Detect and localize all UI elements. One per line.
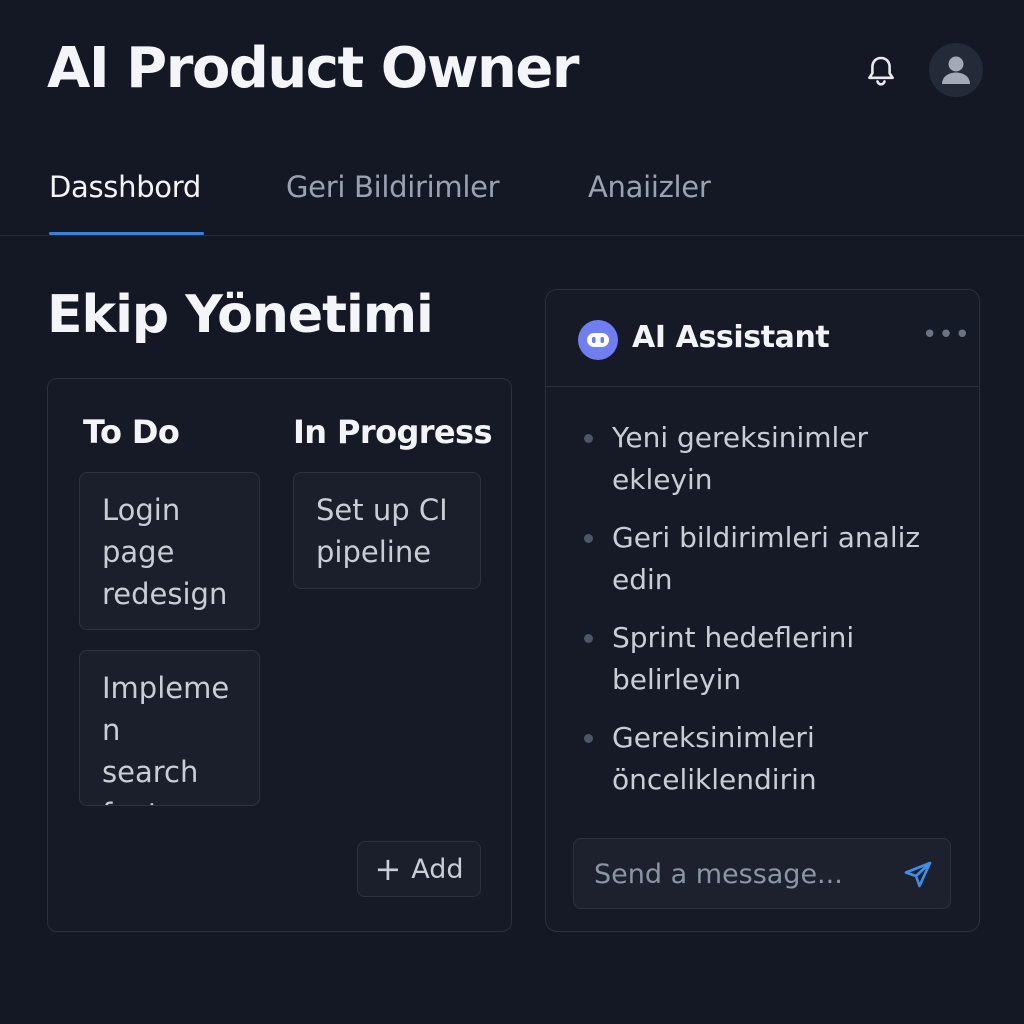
bullet-dot bbox=[584, 434, 593, 443]
suggestion-item[interactable]: Geri bildirimleri analiz edin bbox=[582, 517, 962, 601]
tab-feedback[interactable]: Geri Bildirimler bbox=[286, 170, 500, 204]
message-composer bbox=[573, 838, 951, 909]
user-avatar-icon bbox=[942, 56, 970, 84]
notifications-button[interactable] bbox=[862, 52, 900, 90]
active-tab-indicator bbox=[49, 232, 204, 235]
section-title: Ekip Yönetimi bbox=[47, 285, 434, 345]
ai-assistant-panel: AI Assistant ••• Yeni gereksinimler ekle… bbox=[545, 289, 980, 932]
add-button-label: Add bbox=[411, 853, 464, 885]
message-input[interactable] bbox=[594, 853, 894, 895]
column-title-todo: To Do bbox=[83, 413, 180, 451]
kanban-board: To Do In Progress Login page redesign Im… bbox=[47, 378, 512, 932]
send-button[interactable] bbox=[900, 857, 936, 893]
app-title: AI Product Owner bbox=[47, 36, 580, 101]
assistant-title: AI Assistant bbox=[632, 320, 830, 355]
suggestion-text: Yeni gereksinimler ekleyin bbox=[612, 421, 869, 496]
bell-icon bbox=[868, 56, 894, 86]
suggestion-item[interactable]: Gereksinimleri önceliklendirin bbox=[582, 717, 962, 801]
suggestion-text: Geri bildirimleri analiz edin bbox=[612, 521, 921, 596]
suggestion-text: Gereksinimleri önceliklendirin bbox=[612, 721, 817, 796]
column-title-in-progress: In Progress bbox=[293, 413, 493, 451]
bullet-dot bbox=[584, 634, 593, 643]
task-card[interactable]: Login page redesign bbox=[79, 472, 260, 630]
suggestion-text: Sprint hedeflerini belirleyin bbox=[612, 621, 855, 696]
tab-analytics[interactable]: Anaiizler bbox=[588, 170, 711, 204]
tab-dashboard[interactable]: Dasshbord bbox=[49, 170, 201, 204]
assistant-header: AI Assistant ••• bbox=[546, 290, 979, 387]
app-root: AI Product Owner Dasshbord Geri Bildirim… bbox=[0, 0, 1024, 1024]
task-card[interactable]: Implemen search feature bbox=[79, 650, 260, 806]
task-card[interactable]: Set up CI pipeline bbox=[293, 472, 481, 589]
bullet-dot bbox=[584, 534, 593, 543]
suggestion-list: Yeni gereksinimler ekleyin Geri bildirim… bbox=[582, 417, 962, 817]
bullet-dot bbox=[584, 734, 593, 743]
plus-icon: + bbox=[374, 850, 402, 888]
more-horizontal-icon[interactable]: ••• bbox=[922, 320, 971, 350]
suggestion-item[interactable]: Sprint hedeflerini belirleyin bbox=[582, 617, 962, 701]
add-task-button[interactable]: + Add bbox=[357, 841, 481, 897]
send-icon bbox=[904, 861, 932, 888]
bot-icon bbox=[578, 320, 618, 360]
tab-bar: Dasshbord Geri Bildirimler Anaiizler bbox=[0, 160, 1024, 236]
user-avatar-button[interactable] bbox=[929, 43, 983, 97]
suggestion-item[interactable]: Yeni gereksinimler ekleyin bbox=[582, 417, 962, 501]
